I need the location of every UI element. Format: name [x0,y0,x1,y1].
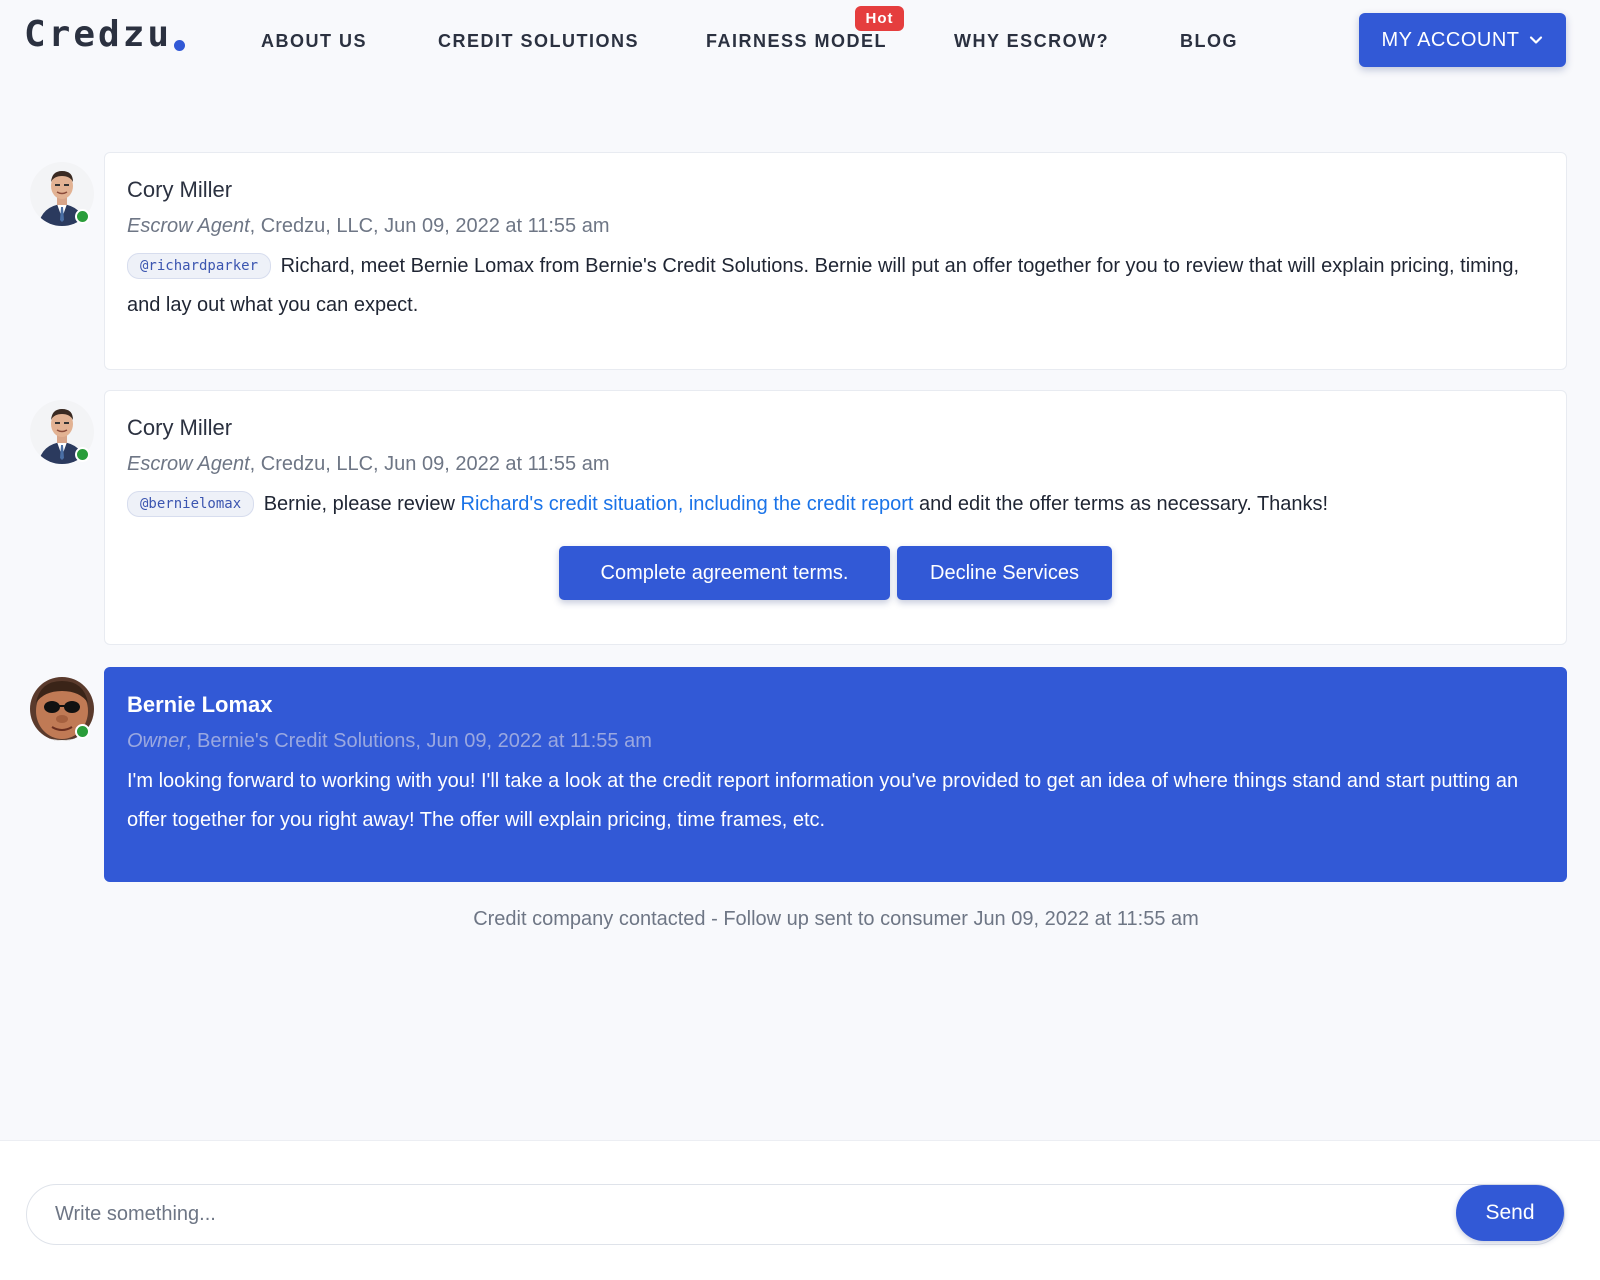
meta-details: , Credzu, LLC, Jun 09, 2022 at 11:55 am [249,453,610,475]
message-body: @richardparker Richard, meet Bernie Loma… [127,247,1544,325]
hot-badge: Hot [855,6,904,31]
message-text: and edit the offer terms as necessary. T… [913,493,1329,515]
avatar-bernie-lomax[interactable] [30,677,94,741]
message-body: @bernielomax Bernie, please review Richa… [127,485,1544,524]
nav-about-us[interactable]: ABOUT US [261,31,367,52]
top-navigation-bar: Credzu ABOUT US CREDIT SOLUTIONS FAIRNES… [0,0,1600,86]
mention-tag[interactable]: @richardparker [127,253,272,279]
avatar-cory-miller[interactable] [30,400,94,464]
message-meta: Escrow Agent, Credzu, LLC, Jun 09, 2022 … [127,215,1544,238]
main-nav: ABOUT US CREDIT SOLUTIONS FAIRNESS MODEL… [0,0,1300,86]
message-author: Cory Miller [127,415,233,440]
status-update-line: Credit company contacted - Follow up sen… [473,908,1199,930]
mention-tag[interactable]: @bernielomax [127,491,255,517]
nav-fairness-model[interactable]: FAIRNESS MODEL [706,31,887,52]
complete-agreement-button[interactable]: Complete agreement terms. [559,546,890,600]
message-card: Cory Miller Escrow Agent, Credzu, LLC, J… [104,390,1567,645]
action-buttons: Complete agreement terms. Decline Servic… [127,546,1544,600]
online-status-dot [75,724,90,739]
online-status-dot [75,209,90,224]
author-role: Escrow Agent [127,453,250,475]
my-account-label: MY ACCOUNT [1381,28,1520,51]
nav-why-escrow[interactable]: WHY ESCROW? [954,31,1109,52]
message-card-highlighted: Bernie Lomax Owner, Bernie's Credit Solu… [104,667,1567,882]
message-text: I'm looking forward to working with you!… [127,770,1519,831]
chevron-down-icon [1530,36,1543,44]
author-role: Escrow Agent [127,215,250,237]
message-body: I'm looking forward to working with you!… [127,762,1544,840]
message-meta: Owner, Bernie's Credit Solutions, Jun 09… [127,730,1544,753]
message-input-wrapper [26,1184,1565,1245]
send-button[interactable]: Send [1456,1185,1564,1241]
nav-credit-solutions[interactable]: CREDIT SOLUTIONS [438,31,639,52]
message-card: Cory Miller Escrow Agent, Credzu, LLC, J… [104,152,1567,370]
message-meta: Escrow Agent, Credzu, LLC, Jun 09, 2022 … [127,453,1544,476]
meta-details: , Bernie's Credit Solutions, Jun 09, 202… [185,730,652,752]
author-role: Owner [127,730,186,752]
message-input[interactable] [55,1185,1455,1244]
my-account-button[interactable]: MY ACCOUNT [1359,13,1566,67]
meta-details: , Credzu, LLC, Jun 09, 2022 at 11:55 am [249,215,610,237]
nav-blog[interactable]: BLOG [1180,31,1238,52]
online-status-dot [75,447,90,462]
message-author: Bernie Lomax [127,692,273,717]
avatar-cory-miller[interactable] [30,162,94,226]
decline-services-button[interactable]: Decline Services [897,546,1112,600]
message-author: Cory Miller [127,177,233,202]
message-text: Richard, meet Bernie Lomax from Bernie's… [127,255,1520,316]
message-composer: Send [0,1140,1600,1280]
credit-report-link[interactable]: Richard's credit situation, including th… [461,493,914,515]
message-text: Bernie, please review [263,493,461,515]
